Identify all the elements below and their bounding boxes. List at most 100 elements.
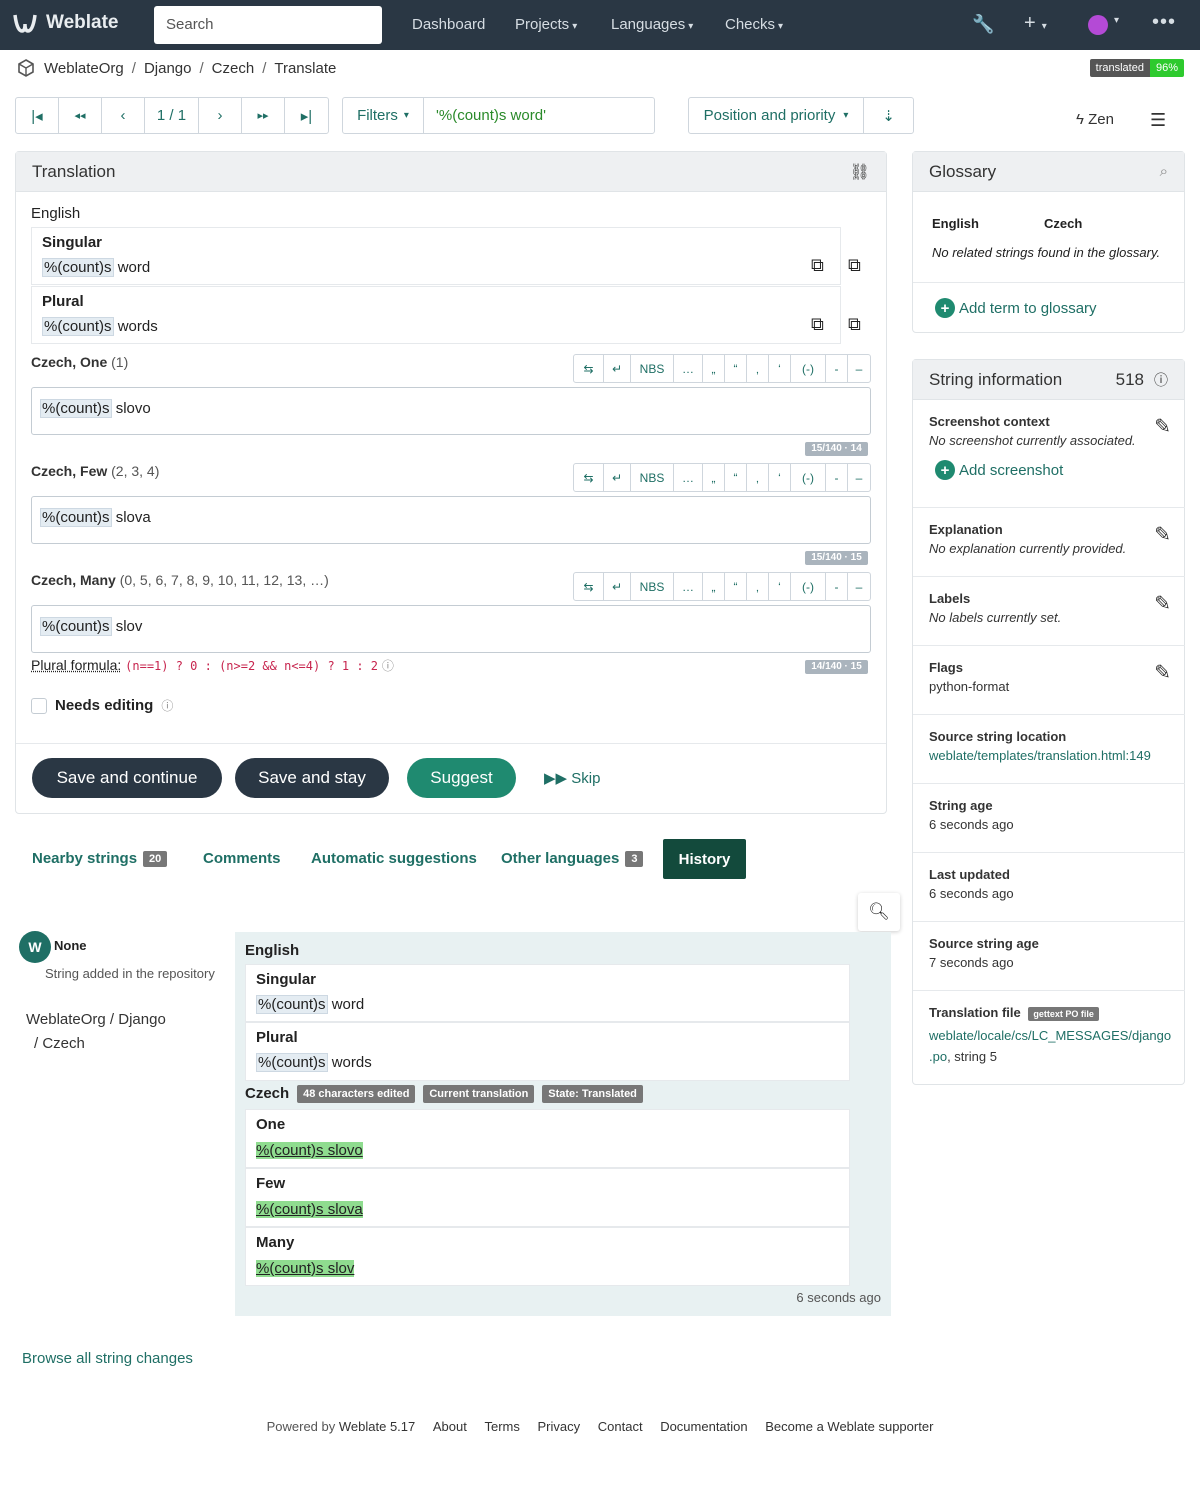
nbsp-key[interactable]: NBS xyxy=(631,355,674,382)
save-continue-button[interactable]: Save and continue xyxy=(32,758,222,798)
footer-contact[interactable]: Contact xyxy=(598,1419,643,1434)
translation-input-many[interactable]: %(count)s slov xyxy=(31,605,871,653)
quote-key[interactable]: “ xyxy=(725,355,747,382)
tab-nearby-strings[interactable]: Nearby strings 20 xyxy=(32,850,168,868)
copy-icon[interactable]: ⧉ xyxy=(811,314,824,335)
previous-icon[interactable]: ‹ xyxy=(102,98,145,133)
edit-icon[interactable]: ✎ xyxy=(1154,660,1171,685)
link-icon[interactable]: ⛓ xyxy=(850,162,870,182)
wrench-icon[interactable]: 🔧 xyxy=(972,14,994,35)
nbsp-key[interactable]: NBS xyxy=(631,464,674,491)
info-icon[interactable]: ⓘ xyxy=(161,697,173,714)
next-icon[interactable]: › xyxy=(199,98,242,133)
skip-button[interactable]: ▶▶ Skip xyxy=(544,769,600,787)
footer-terms[interactable]: Terms xyxy=(484,1419,519,1434)
quote-key[interactable]: ‚ xyxy=(747,573,769,600)
dash-key[interactable]: - xyxy=(826,355,848,382)
status-badge[interactable]: translated 96% xyxy=(1089,59,1184,77)
info-icon[interactable]: ⓘ xyxy=(382,659,394,673)
add-icon[interactable]: + ▾ xyxy=(1024,12,1047,35)
tab-comments[interactable]: Comments xyxy=(203,850,281,867)
tab-other-languages[interactable]: Other languages 3 xyxy=(501,850,644,868)
footer-supporter[interactable]: Become a Weblate supporter xyxy=(765,1419,933,1434)
sort-button[interactable]: Position and priority ▾ xyxy=(688,97,864,134)
menu-dashboard[interactable]: Dashboard xyxy=(412,16,485,33)
source-location-link[interactable]: weblate/templates/translation.html:149 xyxy=(929,748,1169,763)
menu-languages[interactable]: Languages ▾ xyxy=(611,16,693,33)
next-fast-icon[interactable]: ▸▸ xyxy=(242,98,285,133)
clone-source-icon[interactable]: ⇆ xyxy=(574,464,604,491)
quote-key[interactable]: „ xyxy=(703,355,725,382)
file-link[interactable]: weblate/locale/cs/LC_MESSAGES/django xyxy=(929,1028,1171,1043)
dash-key[interactable]: (-) xyxy=(791,355,826,382)
info-icon[interactable]: ⓘ xyxy=(1154,370,1168,390)
translation-input-few[interactable]: %(count)s slova xyxy=(31,496,871,544)
tab-automatic-suggestions[interactable]: Automatic suggestions xyxy=(311,850,477,867)
save-stay-button[interactable]: Save and stay xyxy=(235,758,389,798)
quote-key[interactable]: ‘ xyxy=(769,573,791,600)
history-path[interactable]: WeblateOrg / Django xyxy=(26,1011,166,1028)
add-screenshot-button[interactable]: + Add screenshot xyxy=(935,460,1169,480)
quote-key[interactable]: “ xyxy=(725,464,747,491)
dash-key[interactable]: – xyxy=(848,464,870,491)
search-input[interactable]: Search xyxy=(154,6,382,44)
search-icon[interactable]: ⌕ xyxy=(1160,163,1168,180)
newline-key[interactable]: ↵ xyxy=(604,573,631,600)
ellipsis-key[interactable]: … xyxy=(674,355,703,382)
last-icon[interactable]: ▸| xyxy=(285,98,328,133)
menu-projects[interactable]: Projects ▾ xyxy=(515,16,577,33)
quote-key[interactable]: ‘ xyxy=(769,355,791,382)
settings-icon[interactable]: ☰ xyxy=(1150,110,1166,131)
quote-key[interactable]: „ xyxy=(703,573,725,600)
quote-key[interactable]: ‘ xyxy=(769,464,791,491)
newline-key[interactable]: ↵ xyxy=(604,464,631,491)
avatar[interactable]: ▾ xyxy=(1088,15,1119,40)
dash-key[interactable]: (-) xyxy=(791,573,826,600)
more-icon[interactable]: ••• xyxy=(1152,11,1176,34)
crumb-component[interactable]: Django xyxy=(144,60,192,77)
quote-key[interactable]: ‚ xyxy=(747,464,769,491)
newline-key[interactable]: ↵ xyxy=(604,355,631,382)
browse-all-link[interactable]: Browse all string changes xyxy=(22,1350,193,1367)
dash-key[interactable]: (-) xyxy=(791,464,826,491)
copy-icon[interactable]: ⧉ xyxy=(811,255,824,276)
clone-source-icon[interactable]: ⇆ xyxy=(574,573,604,600)
nbsp-key[interactable]: NBS xyxy=(631,573,674,600)
filters-button[interactable]: Filters ▾ xyxy=(342,97,424,134)
menu-checks[interactable]: Checks ▾ xyxy=(725,16,783,33)
dash-key[interactable]: - xyxy=(826,573,848,600)
crumb-language[interactable]: Czech xyxy=(212,60,255,77)
needs-editing-checkbox[interactable]: Needs editing ⓘ xyxy=(31,697,173,714)
sort-direction-icon[interactable]: ⇣ xyxy=(863,97,914,134)
dash-key[interactable]: - xyxy=(826,464,848,491)
history-path-language[interactable]: / Czech xyxy=(34,1035,85,1052)
copy-to-translation-icon[interactable]: ⧉ xyxy=(848,255,861,276)
copy-to-translation-icon[interactable]: ⧉ xyxy=(848,314,861,335)
checkbox-icon[interactable] xyxy=(31,697,47,714)
quote-key[interactable]: “ xyxy=(725,573,747,600)
quote-key[interactable]: ‚ xyxy=(747,355,769,382)
quote-key[interactable]: „ xyxy=(703,464,725,491)
previous-fast-icon[interactable]: ◂◂ xyxy=(59,98,102,133)
suggest-button[interactable]: Suggest xyxy=(407,758,516,798)
edit-icon[interactable]: ✎ xyxy=(1154,591,1171,616)
dash-key[interactable]: – xyxy=(848,355,870,382)
footer-about[interactable]: About xyxy=(433,1419,467,1434)
add-term-button[interactable]: + Add term to glossary xyxy=(935,298,1097,318)
ellipsis-key[interactable]: … xyxy=(674,573,703,600)
clone-source-icon[interactable]: ⇆ xyxy=(574,355,604,382)
footer-documentation[interactable]: Documentation xyxy=(660,1419,747,1434)
translation-input-one[interactable]: %(count)s slovo xyxy=(31,387,871,435)
zoom-icon[interactable]: 🔍︎ xyxy=(858,893,900,931)
edit-icon[interactable]: ✎ xyxy=(1154,522,1171,547)
first-icon[interactable]: |◂ xyxy=(16,98,59,133)
brand-link[interactable]: Weblate xyxy=(12,12,119,34)
crumb-project[interactable]: WeblateOrg xyxy=(44,60,124,77)
edit-icon[interactable]: ✎ xyxy=(1154,414,1171,439)
tab-history[interactable]: History xyxy=(663,839,746,879)
filter-query-input[interactable]: '%(count)s word' xyxy=(423,97,655,134)
ellipsis-key[interactable]: … xyxy=(674,464,703,491)
footer-version-link[interactable]: Weblate 5.17 xyxy=(339,1419,415,1434)
file-link[interactable]: .po xyxy=(929,1049,947,1064)
dash-key[interactable]: – xyxy=(848,573,870,600)
